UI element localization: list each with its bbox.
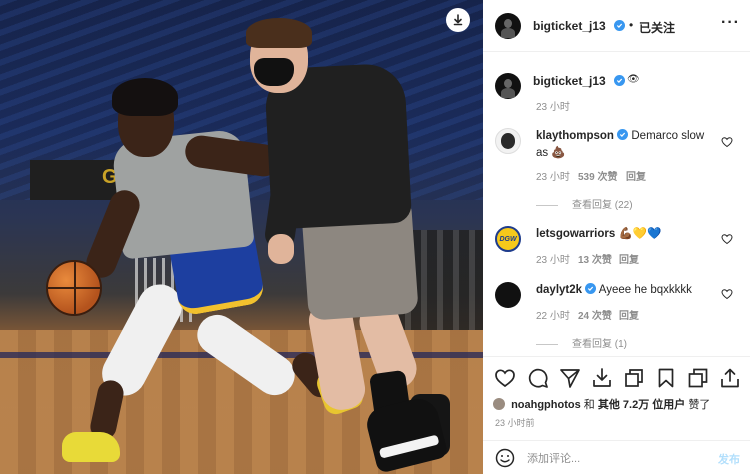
follow-status-button[interactable]: 已关注 [639,19,675,36]
verified-badge-icon [585,283,597,294]
share-direct-icon[interactable] [559,367,581,389]
comment-likes[interactable]: 13 次赞 [578,251,612,266]
view-replies-button[interactable]: 查看回复 (22) [536,196,633,211]
view-replies-button[interactable]: 查看回复 (1) [536,335,627,350]
download-button[interactable] [446,8,470,32]
emoji-smiley-icon[interactable] [495,448,515,468]
comment-body: daylyt2k Ayeee he bqxkkkk [536,282,711,299]
comment-avatar-daylyt2k[interactable] [495,282,521,308]
liker-username[interactable]: noahgphotos [511,399,581,411]
liked-by-connector: 和 [583,399,595,411]
download-tray-icon[interactable] [591,367,613,389]
comment-reply-button[interactable]: 回复 [626,168,646,183]
verified-badge-icon [614,75,625,86]
comment-username[interactable]: daylyt2k [536,284,582,296]
post-comment-button[interactable]: 发布 [718,451,740,467]
comment-avatar-letsgowarriors[interactable]: DGW [495,226,521,252]
comment-input[interactable] [527,450,697,468]
like-comment-heart-icon[interactable] [721,233,733,245]
like-heart-icon[interactable] [494,367,516,389]
add-comment-bar: 发布 [483,440,750,474]
caption-time: 23 小时 [536,102,570,113]
header-separator: • [629,18,634,32]
caption-username[interactable]: bigticket_j13 [533,74,606,88]
comment-bubble-icon[interactable] [527,367,549,389]
collection-icon[interactable] [687,367,709,389]
post-timestamp: 23 小时前 [495,418,535,428]
author-avatar[interactable] [495,13,521,39]
post-photo[interactable]: GA [0,0,483,474]
comment-likes[interactable]: 539 次赞 [578,168,617,183]
liker-avatar[interactable] [493,398,505,410]
comment-text: 💪🏾💛💙 [618,228,662,240]
liked-by-others[interactable]: 其他 7.2万 位用户 [598,399,685,411]
comment-body: klaythompson Demarco slow as 💩 [536,128,706,162]
comment-reply-button[interactable]: 回复 [619,251,639,266]
comment-likes[interactable]: 24 次赞 [578,307,612,322]
comment-reply-button[interactable]: 回复 [619,307,639,322]
bookmark-icon[interactable] [655,367,677,389]
post-header: bigticket_j13 • 已关注 ··· [483,0,750,52]
author-username[interactable]: bigticket_j13 [533,19,606,33]
comment-time: 23 小时 [536,255,570,266]
liked-by-suffix: 赞了 [688,399,711,411]
caption-author-avatar[interactable] [495,73,521,99]
liked-by-summary: noahgphotos 和 其他 7.2万 位用户 赞了 [493,396,710,412]
post-sidebar: bigticket_j13 • 已关注 ··· bigticket_j13 👁 … [483,0,750,474]
basketball [46,260,102,316]
comment-text: Ayeee he bqxkkkk [598,284,692,296]
caption-text: 👁 [627,74,640,85]
verified-badge-icon [614,20,625,31]
like-comment-heart-icon[interactable] [721,136,733,148]
comment-body: letsgowarriors 💪🏾💛💙 [536,226,706,243]
download-icon [453,14,463,26]
action-bar [483,356,750,396]
avatar-logo-text: DGW [499,235,517,243]
like-comment-heart-icon[interactable] [721,288,733,300]
comment-time: 22 小时 [536,311,570,322]
comment-avatar-klaythompson[interactable] [495,128,521,154]
comment-time: 23 小时 [536,172,570,183]
comment-username[interactable]: klaythompson [536,130,614,142]
comment-username[interactable]: letsgowarriors [536,228,615,240]
more-options-icon[interactable]: ··· [721,14,740,32]
verified-badge-icon [617,129,629,140]
copy-icon[interactable] [623,367,645,389]
upload-share-icon[interactable] [719,367,741,389]
